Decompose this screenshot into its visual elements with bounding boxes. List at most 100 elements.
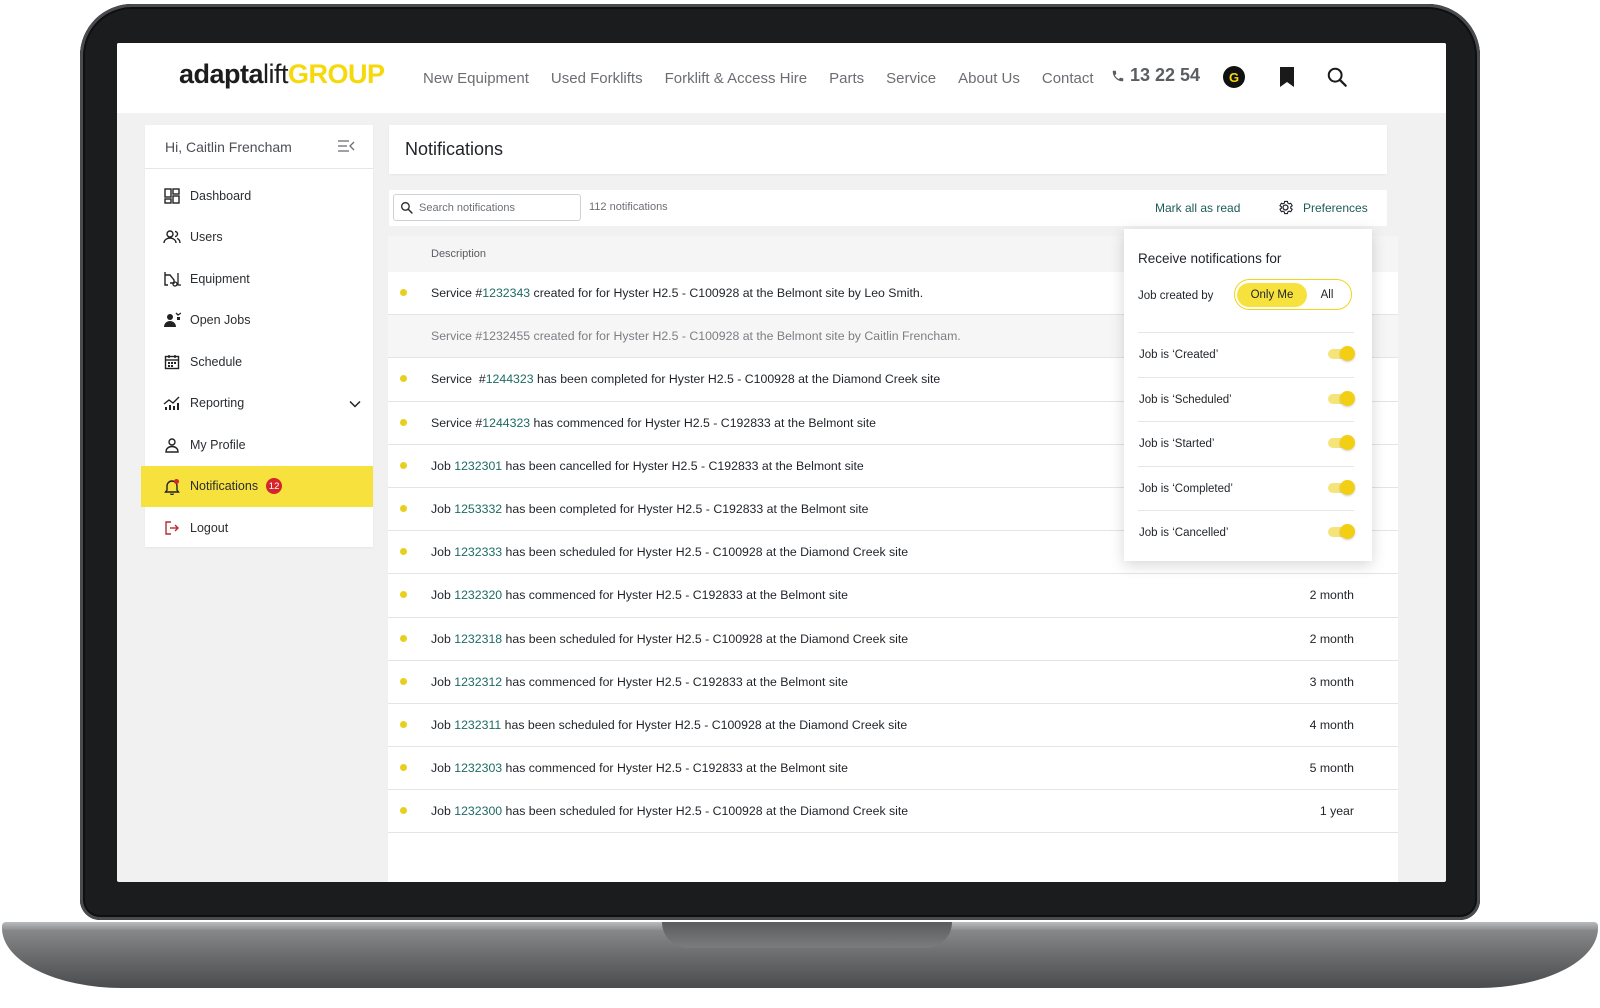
preferences-label: Preferences [1303, 200, 1368, 215]
sidebar-item-my-profile[interactable]: My Profile [145, 424, 373, 466]
sidebar-header: Hi, Caitlin Frencham [145, 125, 373, 169]
logo-text-lift: lift [263, 59, 289, 89]
notification-time: 2 month [1309, 631, 1354, 646]
notification-text: Service #1232455 created for for Hyster … [431, 329, 961, 343]
notification-row[interactable]: Job 1232303 has commenced for Hyster H2.… [388, 747, 1398, 791]
sidebar-item-dashboard[interactable]: Dashboard [145, 175, 373, 217]
bookmark-icon[interactable] [1275, 65, 1299, 89]
job-created-by-toggle: Only Me All [1234, 279, 1352, 310]
chevron-down-icon[interactable] [349, 397, 361, 411]
notification-detail: has been scheduled for Hyster H2.5 - C10… [502, 545, 909, 560]
unread-dot-icon [400, 548, 407, 556]
search-box[interactable] [393, 194, 581, 221]
unread-dot-icon [400, 461, 407, 469]
notification-row[interactable]: Job 1232320 has commenced for Hyster H2.… [388, 574, 1398, 618]
notification-detail: created for for Hyster H2.5 - C100928 at… [530, 329, 961, 344]
notification-text: Job 1232318 has been scheduled for Hyste… [431, 632, 908, 646]
job-id-link[interactable]: 1244323 [482, 416, 530, 430]
worker-icon [163, 311, 181, 329]
preference-row: Job is ‘Created’ [1138, 332, 1355, 376]
gear-icon [1279, 200, 1293, 215]
preference-toggle[interactable] [1328, 524, 1355, 540]
job-id-link[interactable]: 1232318 [454, 632, 502, 646]
nav-new-equipment[interactable]: New Equipment [423, 70, 529, 87]
nav-service[interactable]: Service [886, 70, 936, 87]
sidebar-item-equipment[interactable]: Equipment [145, 258, 373, 300]
laptop-base [2, 922, 1598, 988]
job-id-link[interactable]: 1253332 [454, 502, 502, 516]
option-only-me[interactable]: Only Me [1237, 282, 1307, 307]
preference-toggle[interactable] [1328, 346, 1355, 361]
nav-used-forklifts[interactable]: Used Forklifts [551, 70, 643, 87]
notification-row[interactable]: Job 1232300 has been scheduled for Hyste… [388, 790, 1398, 834]
notification-prefix: Job [431, 501, 455, 516]
search-input[interactable] [419, 201, 569, 214]
notification-row[interactable]: Job 1232311 has been scheduled for Hyste… [388, 704, 1398, 748]
sidebar-item-logout[interactable]: Logout [145, 507, 373, 549]
preference-row: Job is ‘Completed’ [1138, 465, 1355, 510]
nav-contact[interactable]: Contact [1042, 70, 1094, 87]
nav-parts[interactable]: Parts [829, 70, 864, 87]
notification-prefix: Service # [431, 329, 483, 344]
job-id-link[interactable]: 1232311 [454, 718, 501, 732]
sidebar-item-users[interactable]: Users [145, 217, 373, 259]
phone-number-link[interactable]: 13 22 54 [1111, 65, 1200, 86]
job-id-link[interactable]: 1232300 [454, 804, 502, 818]
notification-text: Job 1253332 has been completed for Hyste… [431, 502, 869, 516]
phone-number: 13 22 54 [1130, 65, 1201, 85]
notifications-toolbar: 112 notifications Mark all as read Prefe… [389, 190, 1387, 226]
preference-row: Job is ‘Started’ [1138, 421, 1355, 465]
preference-toggle[interactable] [1328, 390, 1355, 406]
search-icon[interactable] [1325, 65, 1349, 89]
page-title: Notifications [405, 139, 504, 159]
nav-about-us[interactable]: About Us [958, 70, 1020, 87]
sidebar-item-label: My Profile [190, 437, 246, 452]
toggle-knob [1340, 479, 1355, 495]
preference-label: Job is ‘Completed’ [1139, 482, 1233, 495]
notification-time: 4 month [1309, 717, 1354, 732]
sidebar-item-schedule[interactable]: Schedule [145, 341, 373, 383]
adaptalift-logo[interactable]: adapta lift GROUP [179, 59, 385, 90]
notification-detail: has been completed for Hyster H2.5 - C10… [533, 372, 941, 387]
preference-toggle[interactable] [1328, 435, 1355, 451]
main-nav: New Equipment Used Forklifts Forklift & Ac… [423, 43, 1116, 113]
unread-dot-icon [400, 764, 407, 772]
top-navigation-bar: adapta lift GROUP New Equipment Used Forkli… [117, 43, 1446, 113]
sidebar-item-open-jobs[interactable]: Open Jobs [145, 300, 373, 342]
notification-prefix: Job [431, 717, 455, 732]
mark-all-read-link[interactable]: Mark all as read [1155, 201, 1240, 215]
sidebar-item-reporting[interactable]: Reporting [145, 383, 373, 425]
notification-text: Job 1232312 has commenced for Hyster H2.… [431, 675, 848, 689]
preference-toggle[interactable] [1328, 479, 1355, 495]
notification-text: Job 1232303 has commenced for Hyster H2.… [431, 761, 848, 775]
unread-dot-icon [400, 634, 407, 642]
user-icon [163, 436, 181, 454]
job-id-link[interactable]: 1232303 [454, 761, 502, 775]
sidebar-item-notifications[interactable]: Notifications 12 [141, 465, 373, 507]
toggle-knob [1340, 390, 1355, 406]
job-id-link[interactable]: 1232312 [454, 675, 502, 689]
notification-row[interactable]: Job 1232318 has been scheduled for Hyste… [388, 618, 1398, 661]
job-id-link[interactable]: 1232320 [454, 588, 502, 602]
preference-label: Job is ‘Started’ [1139, 438, 1215, 451]
job-id-link[interactable]: 1232343 [482, 286, 530, 300]
job-id-link[interactable]: 1232455 [482, 329, 530, 343]
notification-detail: has commenced for Hyster H2.5 - C192833 … [530, 415, 876, 430]
account-icon[interactable]: G [1223, 66, 1245, 88]
job-id-link[interactable]: 1244323 [486, 372, 534, 386]
sidebar-item-label: Reporting [190, 396, 245, 411]
toggle-knob [1340, 524, 1355, 540]
sidebar-item-label: Logout [190, 520, 229, 535]
notification-detail: has been cancelled for Hyster H2.5 - C19… [502, 458, 864, 473]
nav-forklift-access-hire[interactable]: Forklift & Access Hire [665, 70, 808, 87]
notification-text: Service #1244323 has been completed for … [431, 372, 940, 386]
collapse-sidebar-icon[interactable] [337, 139, 355, 158]
notification-row[interactable]: Job 1232312 has commenced for Hyster H2.… [388, 661, 1398, 704]
unread-dot-icon [400, 677, 407, 685]
sidebar-item-label: Notifications [190, 479, 259, 494]
job-id-link[interactable]: 1232301 [454, 459, 502, 473]
notification-time: 3 month [1309, 674, 1354, 689]
job-id-link[interactable]: 1232333 [454, 545, 502, 559]
option-all[interactable]: All [1307, 283, 1347, 307]
preferences-button[interactable]: Preferences [1277, 199, 1368, 216]
